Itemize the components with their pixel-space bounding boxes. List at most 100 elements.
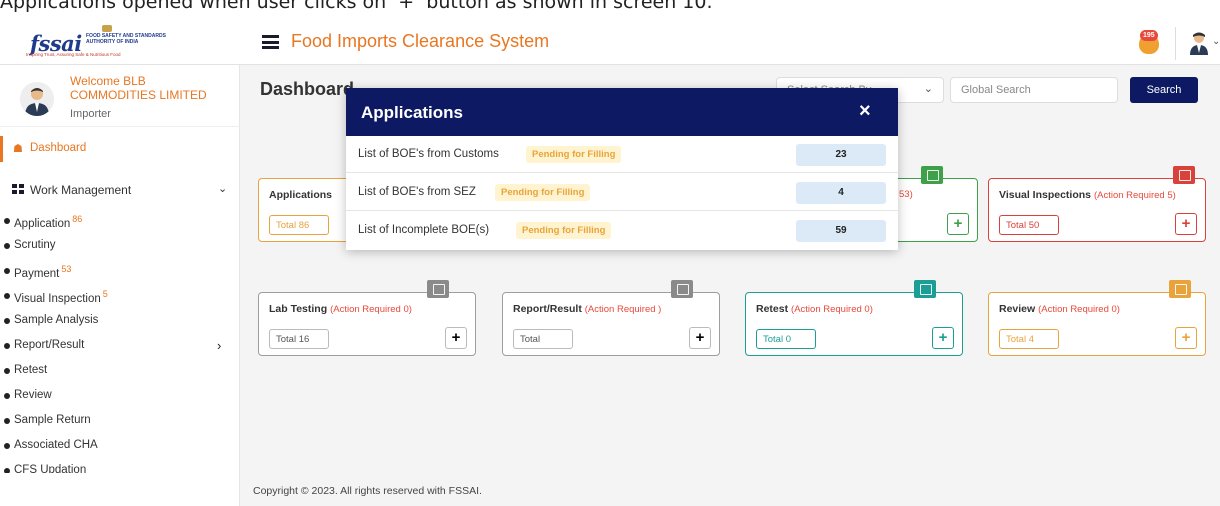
sidebar-item-label: Dashboard — [30, 142, 87, 154]
card-action-required: 53) — [899, 189, 913, 200]
sidebar-item-label: Scrutiny — [14, 239, 56, 251]
boe-sez-link[interactable]: List of BOE's from SEZ — [358, 186, 476, 198]
bullet-icon — [4, 343, 10, 349]
card-title: Retest — [756, 303, 789, 315]
welcome-panel: Welcome BLB COMMODITIES LIMITED Importer — [0, 65, 240, 127]
card-visual-inspections: Visual Inspections (Action Required 5) T… — [988, 166, 1206, 242]
modal-row-customs: List of BOE's from Customs Pending for F… — [346, 136, 898, 173]
page-title: Dashboard — [260, 79, 355, 99]
card-add-button[interactable]: + — [445, 327, 467, 349]
profile-avatar-icon — [20, 82, 54, 116]
sidebar-item-associated-cha[interactable]: Associated CHA — [0, 436, 240, 456]
modal-row-incomplete: List of Incomplete BOE(s) Pending for Fi… — [346, 212, 898, 249]
sidebar-item-label: Visual Inspection — [14, 292, 101, 305]
sidebar-item-dashboard[interactable]: ☗ Dashboard — [0, 136, 240, 162]
card-total: Total 50 — [999, 215, 1059, 235]
modal-row-sez: List of BOE's from SEZ Pending for Filli… — [346, 174, 898, 211]
chevron-down-icon: ⌄ — [218, 183, 228, 195]
sidebar-item-retest[interactable]: Retest — [0, 361, 240, 381]
count-value[interactable]: 4 — [796, 182, 886, 204]
sidebar-item-label: Sample Return — [14, 414, 91, 426]
count-badge: 86 — [72, 214, 83, 224]
sidebar-item-review[interactable]: Review — [0, 386, 240, 406]
card-title: Lab Testing — [269, 303, 328, 315]
bullet-icon — [4, 293, 10, 299]
top-bar: fssai FOOD SAFETY AND STANDARDS AUTHORIT… — [0, 22, 1220, 65]
card-add-button[interactable]: + — [1175, 327, 1197, 349]
sidebar-item-label: Sample Analysis — [14, 314, 99, 326]
sidebar-item-payment[interactable]: Payment 53 — [0, 261, 240, 281]
status-badge: Pending for Filling — [526, 146, 622, 163]
bullet-icon — [4, 218, 10, 224]
modal-title: Applications — [361, 103, 464, 122]
sidebar-item-application[interactable]: Application 86 — [0, 211, 240, 231]
bullet-icon — [4, 443, 10, 449]
card-total: Total 4 — [999, 329, 1059, 349]
card-add-button[interactable]: + — [689, 327, 711, 349]
fssai-logo[interactable]: fssai FOOD SAFETY AND STANDARDS AUTHORIT… — [16, 25, 206, 62]
hamburger-menu-icon[interactable] — [262, 35, 279, 49]
card-action-required: (Action Required 0) — [330, 304, 412, 315]
sidebar-item-sample-analysis[interactable]: Sample Analysis — [0, 311, 240, 331]
sidebar-item-scrutiny[interactable]: Scrutiny — [0, 236, 240, 256]
card-total: Total — [513, 329, 573, 349]
sidebar-item-label: Retest — [14, 364, 48, 376]
applications-modal: Applications × List of BOE's from Custom… — [346, 88, 898, 250]
sidebar-item-work-management[interactable]: Work Management ⌄ — [0, 177, 240, 201]
inspection-icon — [1173, 166, 1195, 184]
welcome-text: Welcome BLB COMMODITIES LIMITED — [70, 74, 207, 102]
card-action-required: (Action Required 5) — [1093, 190, 1176, 201]
card-report-result: Report/Result (Action Required ) Total + — [502, 280, 720, 356]
page-caption: Applications opened when user clicks on … — [0, 0, 713, 13]
sidebar-item-label: Payment — [14, 267, 60, 280]
emblem-icon — [102, 25, 112, 32]
home-icon: ☗ — [13, 143, 23, 155]
card-retest: Retest (Action Required 0) Total 0 + — [745, 280, 963, 356]
sidebar-item-label: Associated CHA — [14, 439, 98, 451]
bullet-icon — [4, 318, 10, 324]
retest-icon — [914, 280, 936, 298]
card-title: Report/Result — [513, 303, 582, 315]
card-title: Visual Inspections — [999, 189, 1092, 201]
global-search-input[interactable] — [950, 77, 1118, 103]
count-badge: 5 — [102, 289, 108, 299]
boe-incomplete-link[interactable]: List of Incomplete BOE(s) — [358, 224, 489, 236]
user-menu-chevron-icon[interactable]: ⌄ — [1212, 36, 1220, 47]
sidebar-item-label: Application — [14, 217, 71, 230]
sidebar-item-label: Report/Result — [14, 339, 85, 351]
report-icon — [671, 280, 693, 298]
bullet-icon — [4, 418, 10, 424]
card-lab-testing: Lab Testing (Action Required 0) Total 16… — [258, 280, 476, 356]
sidebar: Welcome BLB COMMODITIES LIMITED Importer… — [0, 65, 240, 506]
notification-button[interactable]: 195 — [1136, 30, 1162, 56]
review-gavel-icon — [1169, 280, 1191, 298]
sidebar-item-cfs-updation[interactable]: CFS Updation — [0, 461, 240, 473]
card-title: Review — [999, 303, 1036, 315]
search-button[interactable]: Search — [1130, 77, 1198, 103]
sidebar-item-visual-inspection[interactable]: Visual Inspection 5 — [0, 286, 240, 306]
status-badge: Pending for Filling — [516, 222, 612, 239]
card-title: Applications — [269, 189, 333, 201]
count-value[interactable]: 23 — [796, 144, 886, 166]
sidebar-item-label: Work Management — [30, 183, 132, 197]
close-icon[interactable]: × — [859, 101, 871, 121]
card-total: Total 16 — [269, 329, 329, 349]
sidebar-item-report-result[interactable]: Report/Result › — [0, 336, 240, 356]
chevron-down-icon: ⌄ — [923, 83, 933, 95]
user-role: Importer — [70, 108, 111, 120]
sidebar-item-sample-return[interactable]: Sample Return — [0, 411, 240, 431]
count-value[interactable]: 59 — [796, 220, 886, 242]
card-add-button[interactable]: + — [947, 213, 969, 235]
user-avatar-icon[interactable] — [1188, 31, 1210, 55]
grid-icon — [12, 184, 24, 194]
lab-flask-icon — [427, 280, 449, 298]
card-action-required: (Action Required ) — [584, 304, 662, 315]
notification-badge: 195 — [1140, 30, 1158, 41]
sidebar-item-label: Review — [14, 389, 52, 401]
card-add-button[interactable]: + — [1175, 213, 1197, 235]
boe-customs-link[interactable]: List of BOE's from Customs — [358, 148, 499, 160]
card-add-button[interactable]: + — [932, 327, 954, 349]
modal-header: Applications × — [346, 88, 898, 136]
card-total: Total 0 — [756, 329, 816, 349]
bullet-icon — [4, 268, 10, 274]
